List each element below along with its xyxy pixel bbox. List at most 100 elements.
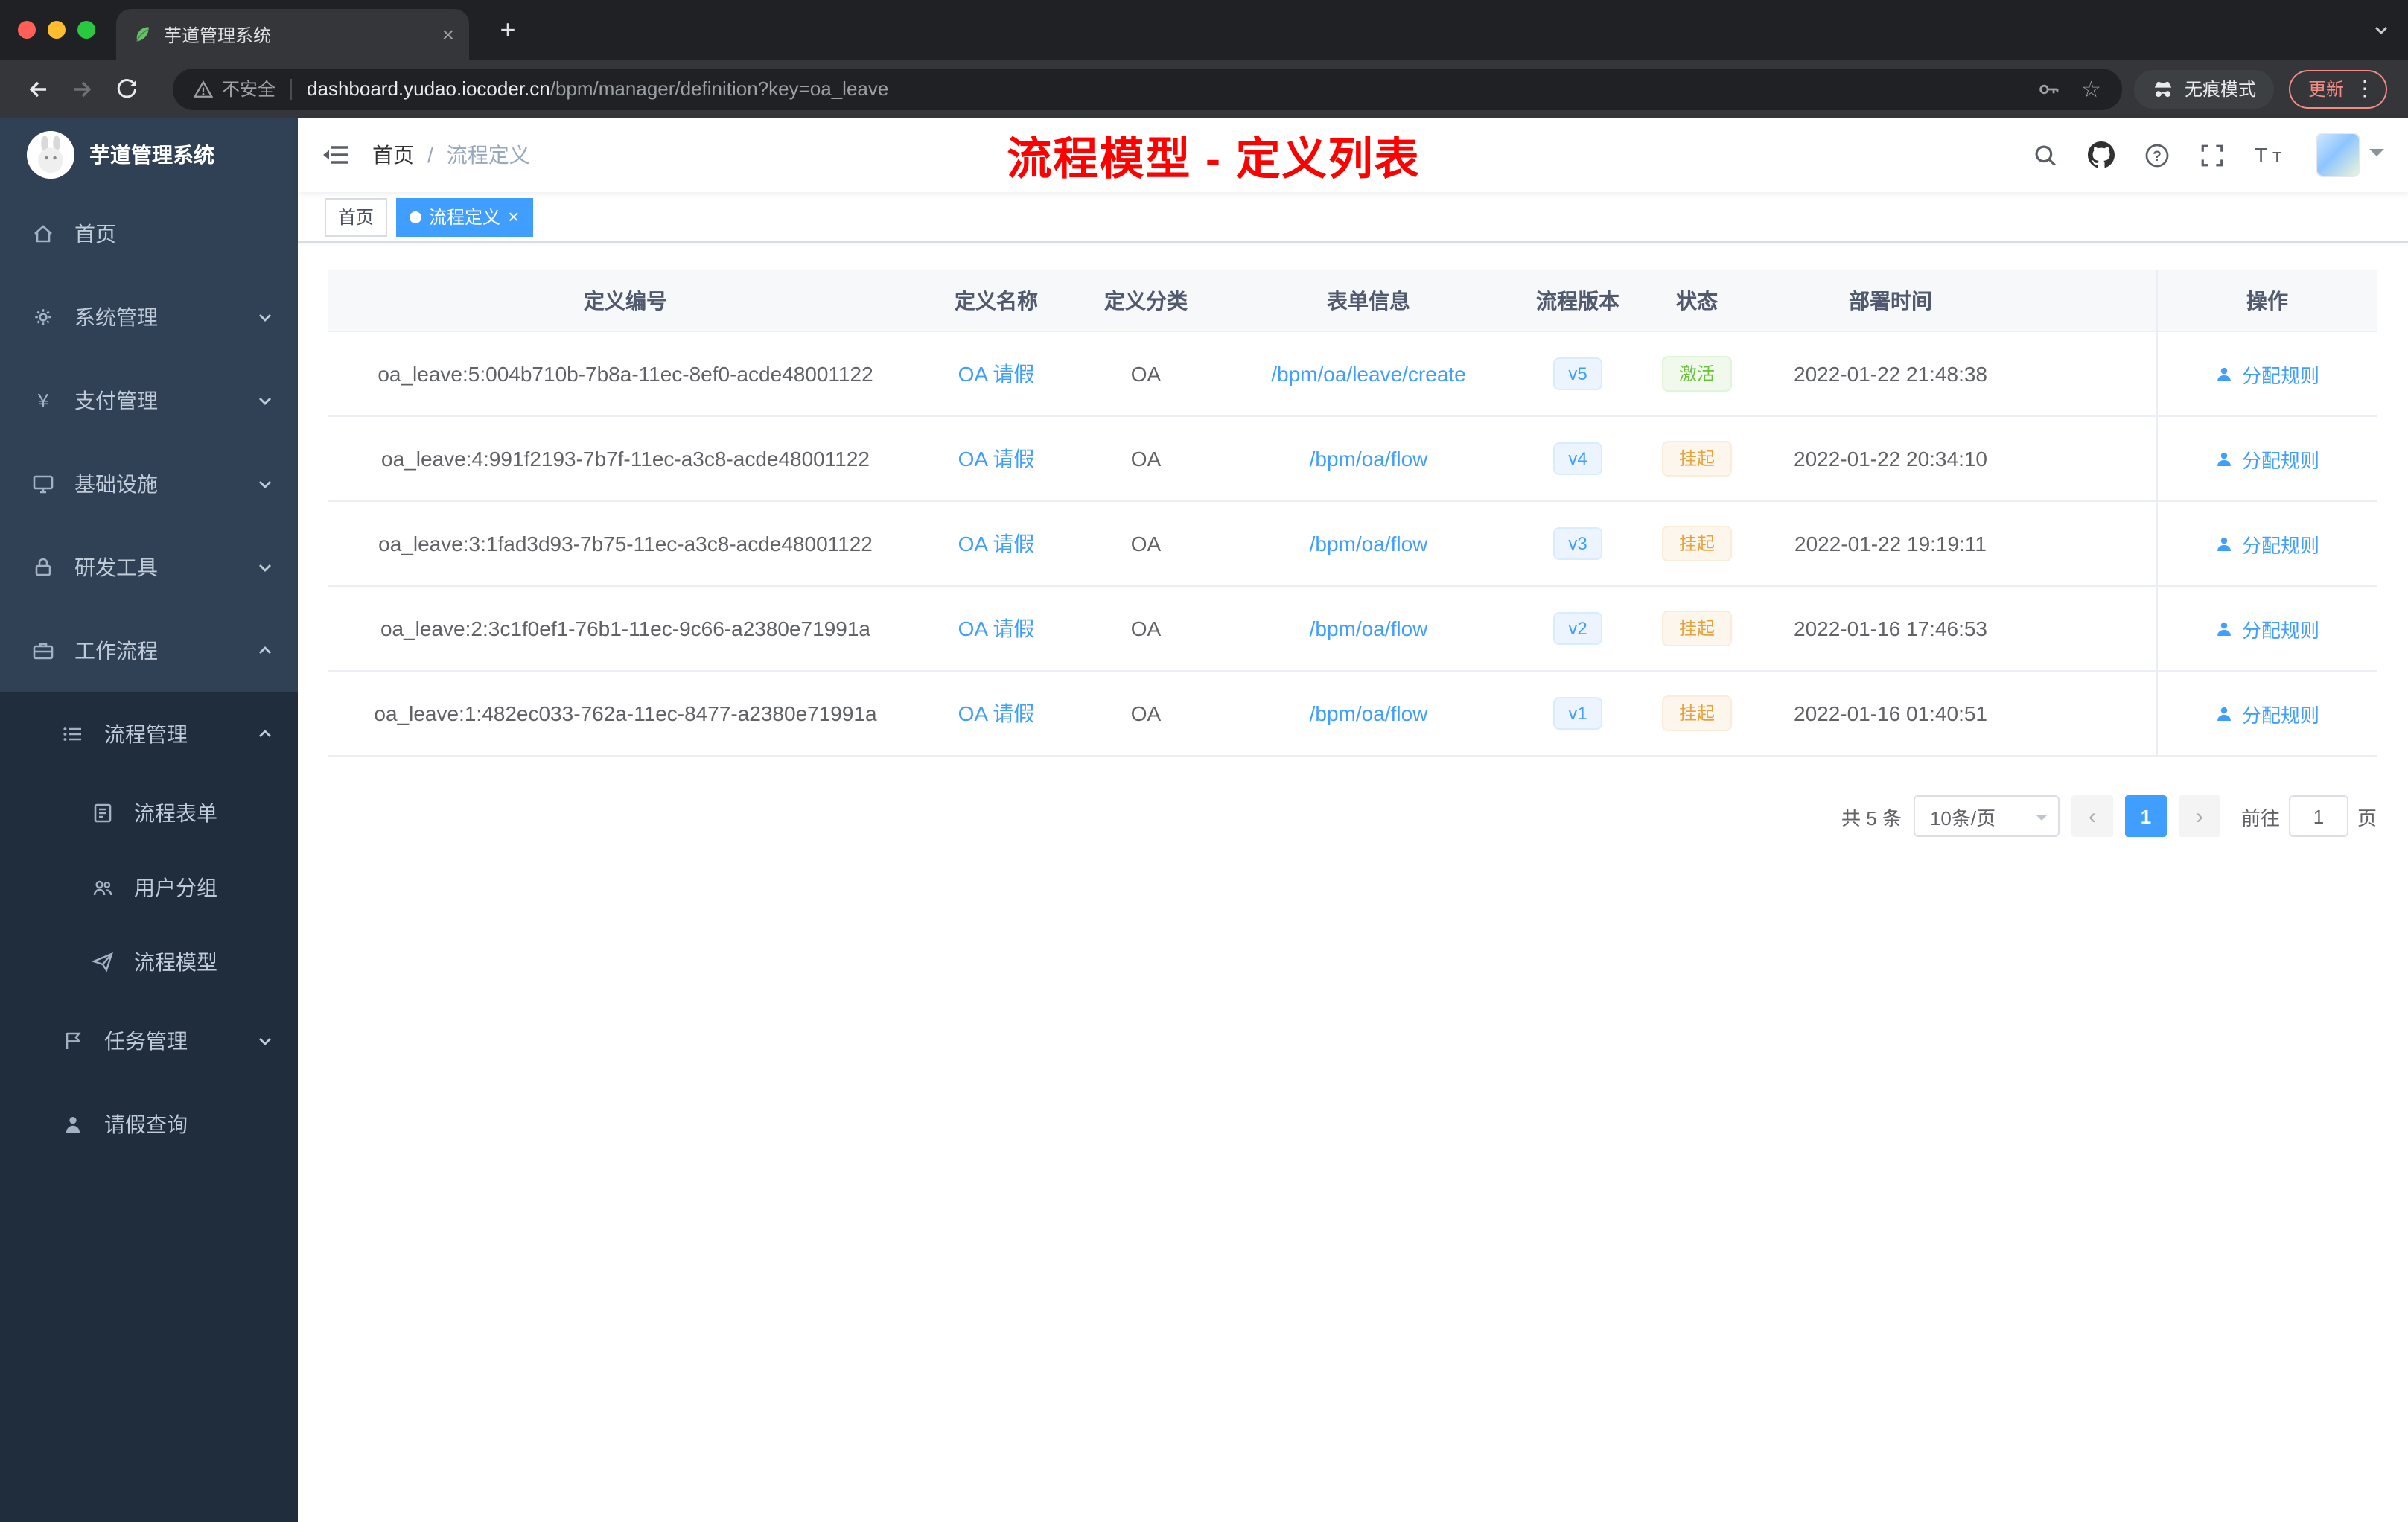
assign-rule-link[interactable]: 分配规则	[2215, 445, 2319, 473]
assign-rule-link[interactable]: 分配规则	[2215, 529, 2319, 558]
incognito-label: 无痕模式	[2184, 79, 2256, 100]
person-icon	[2218, 706, 2232, 720]
sidebar-item-system[interactable]: 系统管理	[0, 276, 298, 359]
fullscreen-icon[interactable]	[2200, 142, 2225, 168]
browser-tab[interactable]: 芋道管理系统 ×	[116, 9, 469, 60]
forward-button[interactable]	[60, 66, 104, 111]
sidebar-item-process-management[interactable]: 流程管理	[0, 692, 298, 776]
new-tab-button[interactable]: +	[487, 9, 529, 51]
sidebar-item-task-management[interactable]: 任务管理	[0, 999, 298, 1083]
address-bar[interactable]: 不安全 dashboard.yudao.iocoder.cn/bpm/manag…	[173, 68, 2122, 109]
tab-title: 芋道管理系统	[164, 25, 272, 45]
status-badge: 挂起	[1662, 610, 1731, 647]
maximize-window-button[interactable]	[77, 21, 95, 39]
reload-button[interactable]	[104, 66, 149, 111]
sidebar-item-leave-query[interactable]: 请假查询	[0, 1083, 298, 1166]
page-size-select[interactable]: 10条/页	[1913, 795, 2060, 837]
sidebar-item-dev-tools[interactable]: 研发工具	[0, 526, 298, 609]
yen-icon: ¥	[30, 389, 57, 413]
breadcrumb-separator: /	[427, 143, 433, 167]
form-link[interactable]: /bpm/oa/flow	[1310, 701, 1428, 725]
deploy-time: 2022-01-16 17:46:53	[1794, 617, 1987, 640]
help-icon[interactable]: ?	[2144, 142, 2170, 168]
deploy-time: 2022-01-16 01:40:51	[1794, 701, 1987, 725]
sidebar-item-label: 流程管理	[104, 722, 188, 746]
form-link[interactable]: /bpm/oa/flow	[1310, 532, 1428, 555]
back-button[interactable]	[15, 66, 60, 111]
tab-close-icon[interactable]: ×	[442, 24, 454, 45]
sidebar-item-workflow[interactable]: 工作流程	[0, 609, 298, 692]
sidebar-item-process-form[interactable]: 流程表单	[0, 776, 298, 850]
definition-id: oa_leave:5:004b710b-7b8a-11ec-8ef0-acde4…	[378, 362, 873, 386]
breadcrumb-home[interactable]: 首页	[372, 140, 414, 170]
definition-name-link[interactable]: OA 请假	[958, 701, 1035, 725]
total-count: 共 5 条	[1841, 806, 1902, 829]
column-header: 定义分类	[1104, 288, 1188, 312]
browser-menu-icon[interactable]: ⋮	[2354, 76, 2375, 101]
definition-id: oa_leave:1:482ec033-762a-11ec-8477-a2380…	[374, 701, 877, 725]
url-host: dashboard.yudao.iocoder.cn	[307, 77, 550, 100]
github-icon[interactable]	[2088, 141, 2115, 168]
sidebar: 芋道管理系统 首页 系统管理 ¥ 支付管理 基础设施 研发工具 工作流程 流程管…	[0, 118, 298, 1522]
close-window-button[interactable]	[18, 21, 36, 39]
page-content: 定义编号 定义名称 定义分类 表单信息 流程版本 状态 部署时间 操作 oa_l…	[298, 243, 2408, 1522]
sidebar-item-label: 任务管理	[104, 1029, 188, 1053]
user-menu[interactable]	[2316, 133, 2384, 177]
definition-category: OA	[1130, 362, 1162, 386]
column-header: 部署时间	[1849, 288, 1932, 312]
minimize-window-button[interactable]	[48, 21, 66, 39]
goto-label: 前往	[2240, 806, 2280, 829]
tag-home[interactable]: 首页	[325, 197, 388, 236]
update-chrome-button[interactable]: 更新 ⋮	[2288, 69, 2387, 108]
column-header: 流程版本	[1536, 288, 1619, 312]
form-link[interactable]: /bpm/oa/leave/create	[1271, 362, 1466, 386]
sidebar-item-process-model[interactable]: 流程模型	[0, 925, 298, 999]
form-link[interactable]: /bpm/oa/flow	[1310, 447, 1428, 471]
definition-category: OA	[1130, 701, 1162, 725]
active-dot	[410, 211, 422, 223]
column-header: 操作	[2156, 270, 2377, 331]
sidebar-item-label: 工作流程	[74, 639, 158, 663]
definition-name-link[interactable]: OA 请假	[958, 362, 1035, 386]
url-path: /bpm/manager/definition?key=oa_leave	[550, 77, 889, 100]
table-row: oa_leave:2:3c1f0ef1-76b1-11ec-9c66-a2380…	[328, 587, 2377, 672]
chevron-down-icon	[256, 308, 274, 326]
tag-close-icon[interactable]: ×	[508, 207, 519, 226]
sidebar-item-home[interactable]: 首页	[0, 192, 298, 276]
font-size-icon[interactable]: TT	[2255, 143, 2286, 167]
briefcase-icon	[30, 639, 57, 663]
column-header: 表单信息	[1327, 288, 1410, 312]
assign-rule-link[interactable]: 分配规则	[2215, 614, 2319, 643]
bookmark-star-icon[interactable]: ☆	[2081, 75, 2101, 102]
sidebar-item-infrastructure[interactable]: 基础设施	[0, 442, 298, 526]
sidebar-item-payment[interactable]: ¥ 支付管理	[0, 359, 298, 442]
prev-page-button[interactable]: ‹	[2071, 795, 2113, 837]
avatar[interactable]	[2316, 133, 2360, 177]
current-page-button[interactable]: 1	[2124, 795, 2167, 837]
status-badge: 激活	[1662, 355, 1731, 392]
sidebar-item-label: 基础设施	[74, 472, 158, 496]
sidebar-item-label: 流程表单	[134, 801, 217, 825]
form-link[interactable]: /bpm/oa/flow	[1310, 617, 1428, 640]
definition-id: oa_leave:3:1fad3d93-7b75-11ec-a3c8-acde4…	[378, 532, 873, 555]
search-icon[interactable]	[2033, 142, 2058, 168]
page-goto-input[interactable]	[2288, 795, 2348, 837]
column-header: 定义编号	[584, 288, 667, 312]
definition-name-link[interactable]: OA 请假	[958, 447, 1035, 471]
next-page-button[interactable]: ›	[2178, 795, 2220, 837]
password-key-icon[interactable]	[2036, 77, 2060, 101]
svg-text:T: T	[2272, 150, 2281, 166]
definition-name-link[interactable]: OA 请假	[958, 532, 1035, 555]
assign-rule-link[interactable]: 分配规则	[2215, 360, 2319, 388]
table-row: oa_leave:1:482ec033-762a-11ec-8477-a2380…	[328, 672, 2377, 757]
definition-id: oa_leave:4:991f2193-7b7f-11ec-a3c8-acde4…	[381, 447, 870, 471]
update-label: 更新	[2307, 79, 2344, 100]
security-chip[interactable]: 不安全	[194, 76, 275, 101]
definition-name-link[interactable]: OA 请假	[958, 617, 1035, 640]
tab-search-chevron-icon[interactable]	[2372, 21, 2390, 39]
definition-category: OA	[1130, 447, 1162, 471]
sidebar-item-user-group[interactable]: 用户分组	[0, 850, 298, 925]
assign-rule-link[interactable]: 分配规则	[2215, 699, 2319, 727]
sidebar-collapse-button[interactable]	[298, 143, 372, 167]
tag-process-definition[interactable]: 流程定义 ×	[396, 197, 533, 236]
